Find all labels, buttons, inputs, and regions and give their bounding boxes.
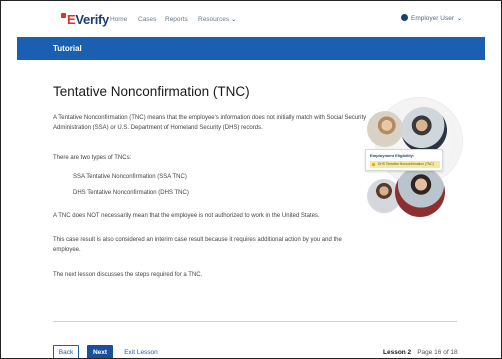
eligibility-status-bar: DHS Tentative Nonconfirmation (TNC): [370, 161, 440, 168]
interview-photo: [395, 167, 445, 217]
top-navigation: EVerify Home Cases Reports Resources ⌄ Em…: [1, 1, 501, 37]
nav-resources[interactable]: Resources ⌄: [198, 16, 236, 23]
employee-photo: [367, 111, 403, 147]
tnc-type-dhs: DHS Tentative Nonconfirmation (DHS TNC): [73, 190, 189, 196]
eligibility-card-title: Employment Eligibility:: [370, 153, 415, 158]
interim-result-note: This case result is also considered an i…: [53, 237, 342, 253]
exit-lesson-link[interactable]: Exit Lesson: [121, 345, 161, 358]
nav-cases[interactable]: Cases: [138, 16, 156, 23]
eligibility-card: Employment Eligibility: DHS Tentative No…: [365, 149, 443, 171]
user-name: Employer User: [411, 15, 454, 22]
tnc-definition: A Tentative Nonconfirmation (TNC) means …: [53, 115, 367, 131]
nav-reports[interactable]: Reports: [165, 16, 188, 23]
chevron-down-icon: ⌄: [456, 16, 463, 22]
banner-title: Tutorial: [53, 44, 82, 53]
page-title: Tentative Nonconfirmation (TNC): [53, 84, 250, 99]
user-menu[interactable]: Employer User ⌄: [401, 14, 462, 22]
tnc-types-intro: There are two types of TNCs:: [53, 155, 132, 161]
everify-logo[interactable]: EVerify: [61, 12, 109, 27]
nav-home[interactable]: Home: [110, 16, 127, 23]
eligibility-status-text: DHS Tentative Nonconfirmation (TNC): [378, 162, 434, 166]
next-lesson-note: The next lesson discusses the steps requ…: [53, 272, 203, 278]
chevron-down-icon: ⌄: [231, 17, 237, 23]
tnc-illustration: Employment Eligibility: DHS Tentative No…: [359, 97, 463, 227]
lesson-progress: Lesson 2 Page 16 of 18: [383, 349, 458, 356]
user-icon: [401, 14, 408, 21]
tnc-note: A TNC does NOT necessarily mean that the…: [53, 213, 320, 219]
page-indicator: Page 16 of 18: [417, 349, 458, 356]
back-button[interactable]: Back: [53, 345, 79, 358]
nav-resources-label: Resources: [198, 16, 230, 23]
footer-divider: [53, 321, 457, 322]
warning-dot-icon: [372, 163, 375, 166]
next-button[interactable]: Next: [87, 345, 113, 358]
tutorial-banner: Tutorial: [17, 37, 485, 60]
lesson-label: Lesson 2: [383, 349, 412, 356]
logo-check-icon: [61, 13, 66, 18]
app-window: EVerify Home Cases Reports Resources ⌄ Em…: [0, 0, 502, 359]
logo-text: Verify: [75, 12, 109, 27]
tnc-type-ssa: SSA Tentative Nonconfirmation (SSA TNC): [73, 174, 187, 180]
employer-photo: [401, 107, 447, 153]
